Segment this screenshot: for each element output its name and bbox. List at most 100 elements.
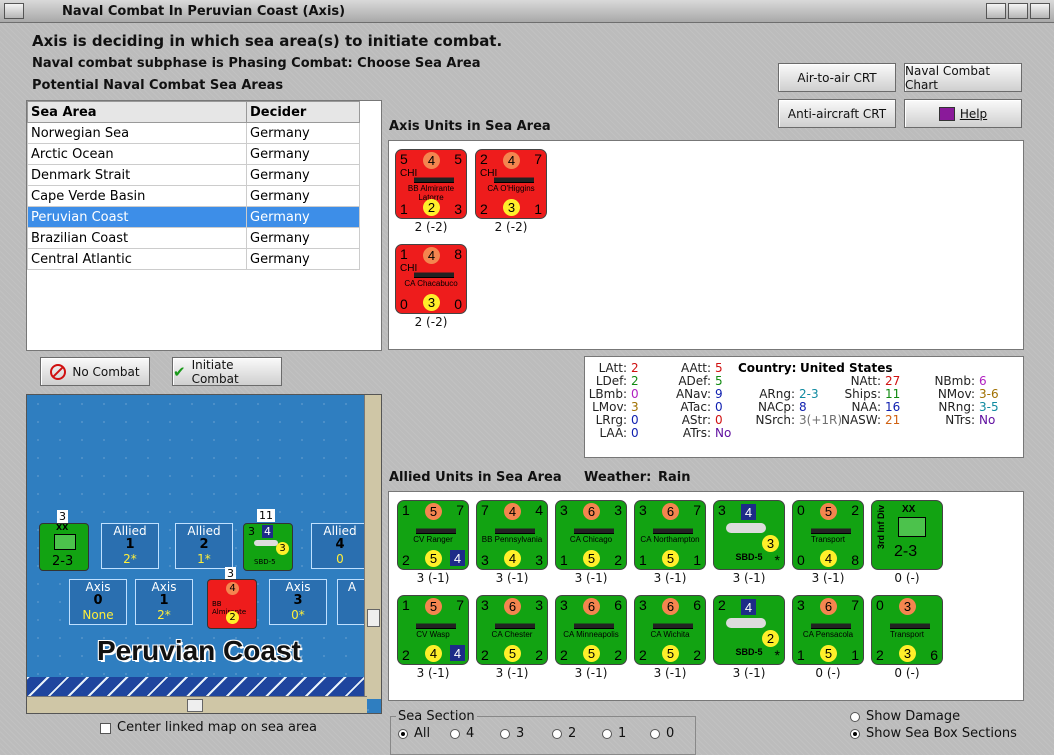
unit-counter[interactable]: 5 5 1 3 4 BB Almirante Latorre 2 CHI <box>395 149 467 219</box>
system-menu-button[interactable] <box>4 3 24 19</box>
counter-bottom-right: 2 <box>535 647 543 663</box>
horizontal-scroll-thumb[interactable] <box>187 699 203 712</box>
allied-units-title: Allied Units in Sea Area <box>389 470 562 485</box>
center-map-checkbox[interactable] <box>100 723 111 734</box>
unit-counter[interactable]: 1 7 2 4 5 CV Wasp 4 <box>397 595 469 665</box>
sea-area-list[interactable]: Sea Area Decider Norwegian Sea Germany Ar… <box>26 100 382 351</box>
unit-counter[interactable]: 3 6 2 2 6 CA Wichita 5 <box>634 595 706 665</box>
ship-silhouette-icon <box>811 523 851 534</box>
counter-name: CA Wichita <box>650 630 690 639</box>
map-horizontal-scrollbar[interactable] <box>27 696 367 713</box>
unit-status-label: 3 (-1) <box>416 571 450 585</box>
axis-section-1-box[interactable]: Axis 1 2* <box>135 579 193 625</box>
unit-counter[interactable]: 2 * 4 2 SBD-5 <box>713 595 785 665</box>
counter-bottom-right: 3 <box>454 201 462 217</box>
sea-section-radio-all[interactable] <box>398 729 408 739</box>
unit-counter[interactable]: 1 7 2 4 5 CV Ranger 5 <box>397 500 469 570</box>
counter-top-left: 5 <box>400 151 408 167</box>
allied-section-1-box[interactable]: Allied 1 2* <box>101 523 159 569</box>
anti-aircraft-crt-button[interactable]: Anti-aircraft CRT <box>778 99 896 128</box>
help-button[interactable]: Help <box>904 99 1022 128</box>
counter-defense-factor: 5 <box>662 645 679 662</box>
unit-status-label: 2 (-2) <box>494 220 528 234</box>
air-to-air-crt-button[interactable]: Air-to-air CRT <box>778 63 896 92</box>
column-header-sea-area[interactable]: Sea Area <box>27 101 247 123</box>
counter-top-right: 7 <box>851 597 859 613</box>
vertical-scroll-thumb[interactable] <box>367 609 380 627</box>
stat-value: 0 <box>631 426 639 440</box>
table-row[interactable]: Norwegian Sea Germany <box>27 122 360 144</box>
allied-section-4-box[interactable]: Allied 4 0 <box>311 523 369 569</box>
counter-top-right: 4 <box>535 502 543 518</box>
unit-counter[interactable]: 1 8 0 0 4 CA Chacabuco 3 CHI <box>395 244 467 314</box>
sea-section-radio-3[interactable] <box>500 729 510 739</box>
unit-counter[interactable]: 3rd Inf Div XX 2-3 <box>871 500 943 570</box>
axis-section-partial-box[interactable]: A <box>337 579 367 625</box>
stat-label: NASW: <box>840 413 881 427</box>
map-infantry-counter[interactable]: XX 2-3 <box>39 523 89 571</box>
sea-section-radio-1[interactable] <box>602 729 612 739</box>
unit-counter[interactable]: 3 7 1 1 6 CA Northampton 5 <box>634 500 706 570</box>
map-plane-counter[interactable]: 3 4 3 SBD-5 <box>243 523 293 571</box>
sea-section-radio-4[interactable] <box>450 729 460 739</box>
sea-area-map[interactable]: Allied 1 2* Allied 2 1* Allied 4 0 Axis 0 None A… <box>26 394 382 714</box>
counter-attack-factor: 5 <box>820 503 837 520</box>
show-sea-box-sections-radio[interactable] <box>850 729 860 739</box>
ship-silhouette-icon <box>416 618 456 629</box>
stat-value: 21 <box>885 413 901 427</box>
unit-counter[interactable]: 3 3 2 2 6 CA Chester 5 <box>476 595 548 665</box>
column-header-decider[interactable]: Decider <box>246 101 360 123</box>
counter-bottom-left: 0 <box>400 296 408 312</box>
counter-top-right: 8 <box>454 246 462 262</box>
cell-sea-area: Peruvian Coast <box>27 206 247 228</box>
stat-label: LAA: <box>599 426 627 440</box>
stat-label: NTrs: <box>945 413 975 427</box>
sea-areas-heading: Potential Naval Combat Sea Areas <box>32 78 284 93</box>
unit-counter[interactable]: 0 2 0 8 5 Transport 4 <box>792 500 864 570</box>
counter-defense-factor: 3 <box>423 294 440 311</box>
sea-section-option-label: 3 <box>516 726 525 741</box>
table-row[interactable]: Cape Verde Basin Germany <box>27 185 360 207</box>
sea-section-radio-0[interactable] <box>650 729 660 739</box>
stat-label: NAA: <box>851 400 881 414</box>
naval-combat-chart-button[interactable]: Naval Combat Chart <box>904 63 1022 92</box>
axis-section-0-box[interactable]: Axis 0 None <box>69 579 127 625</box>
unit-status-label: 3 (-1) <box>574 666 608 680</box>
counter-attack-factor: 6 <box>583 503 600 520</box>
unit-counter[interactable]: 2 7 2 1 4 CA O'Higgins 3 CHI <box>475 149 547 219</box>
sea-section-radio-2[interactable] <box>552 729 562 739</box>
box-name: Axis <box>151 580 177 594</box>
table-row-selected[interactable]: Peruvian Coast Germany <box>27 206 360 228</box>
stat-value: No <box>715 426 732 440</box>
unit-counter[interactable]: 3 * 4 3 SBD-5 <box>713 500 785 570</box>
counter-top-right: 7 <box>456 502 464 518</box>
counter-name: SBD-5 <box>735 647 763 657</box>
counter-value: 4 <box>262 525 273 538</box>
unit-counter[interactable]: 3 7 1 1 6 CA Pensacola 5 <box>792 595 864 665</box>
counter-bottom-right: 3 <box>535 552 543 568</box>
checkmark-icon: ✔ <box>173 362 186 381</box>
table-row[interactable]: Arctic Ocean Germany <box>27 143 360 165</box>
no-combat-button[interactable]: No Combat <box>40 357 150 386</box>
map-axis-ship-counter[interactable]: 4 BB Almirante 2 <box>207 579 257 629</box>
box-name: Allied <box>187 524 221 538</box>
unit-counter[interactable]: 0 2 6 3 Transport 3 <box>871 595 943 665</box>
cell-decider: Germany <box>246 122 360 144</box>
table-row[interactable]: Central Atlantic Germany <box>27 248 360 270</box>
allied-section-2-box[interactable]: Allied 2 1* <box>175 523 233 569</box>
maximize-button[interactable] <box>1008 3 1028 19</box>
minimize-button[interactable] <box>986 3 1006 19</box>
unit-counter[interactable]: 3 6 2 2 6 CA Minneapolis 5 <box>555 595 627 665</box>
close-button[interactable] <box>1030 3 1050 19</box>
unit-counter[interactable]: 3 3 1 2 6 CA Chicago 5 <box>555 500 627 570</box>
table-row[interactable]: Brazilian Coast Germany <box>27 227 360 249</box>
counter-name: CA Chacabuco <box>404 279 458 288</box>
show-damage-radio[interactable] <box>850 712 860 722</box>
unit-counter[interactable]: 7 4 3 3 4 BB Pennsylvania 4 <box>476 500 548 570</box>
initiate-combat-button[interactable]: ✔ Initiate Combat <box>172 357 282 386</box>
counter-top-left: 3 <box>797 597 805 613</box>
table-row[interactable]: Denmark Strait Germany <box>27 164 360 186</box>
map-vertical-scrollbar[interactable] <box>364 395 381 699</box>
unit-status-label: 3 (-1) <box>732 571 766 585</box>
axis-section-3-box[interactable]: Axis 3 0* <box>269 579 327 625</box>
